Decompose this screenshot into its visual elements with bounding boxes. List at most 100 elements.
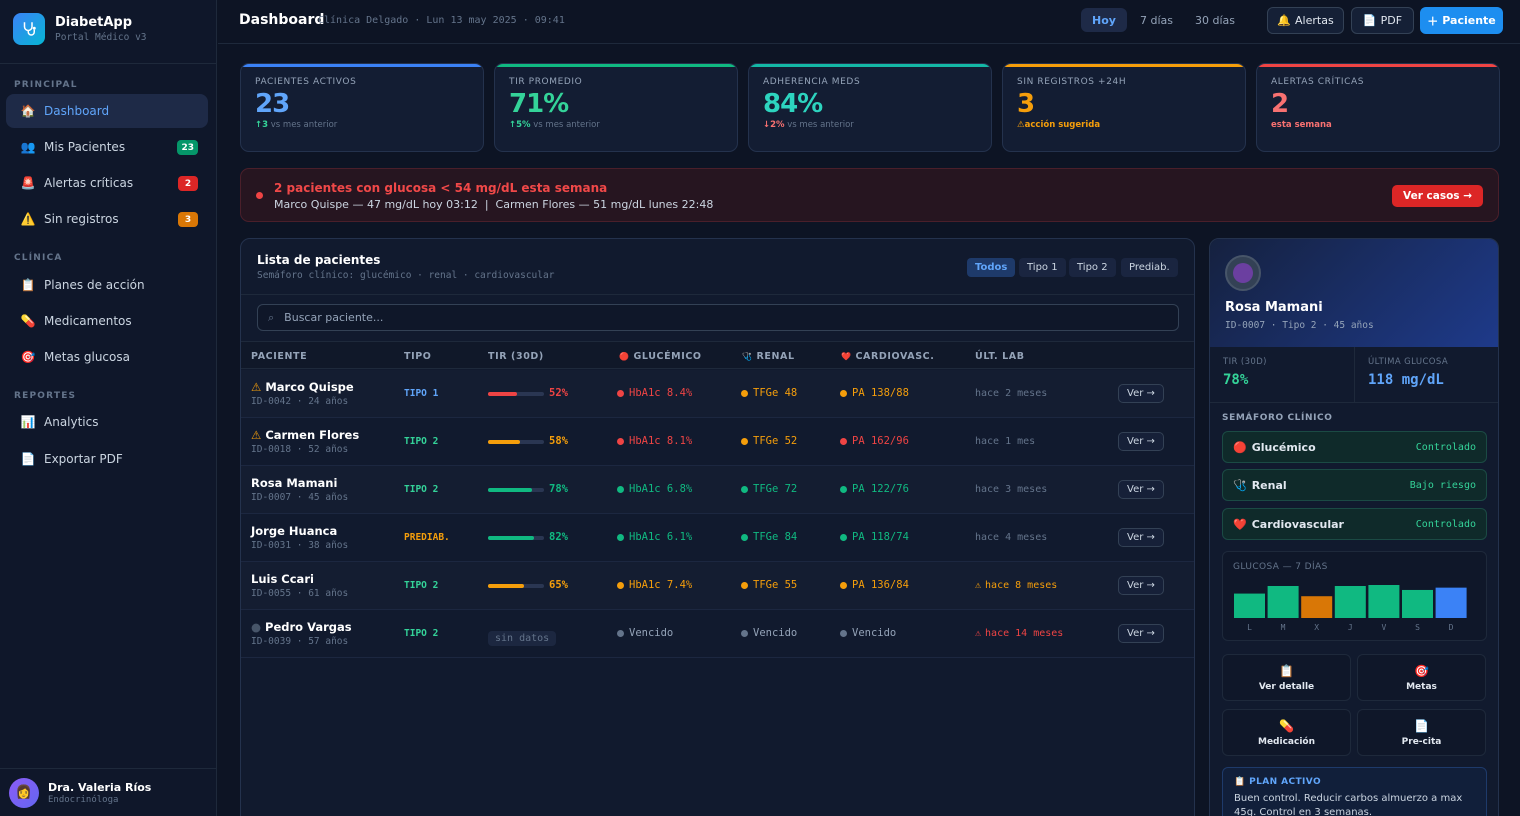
semaforo-cardiovascular[interactable]: ❤️ Cardiovascular Controlado: [1222, 508, 1487, 540]
last-glucose-value: 118 mg/dL: [1368, 372, 1444, 388]
last-lab-text: hace 2 meses: [975, 388, 1048, 399]
range-30-days[interactable]: 30 días: [1184, 8, 1246, 32]
search-input[interactable]: [284, 311, 1135, 324]
renal-status-value: TFGe 52: [753, 435, 798, 447]
view-patient-button[interactable]: Ver →: [1118, 480, 1164, 499]
add-patient-button[interactable]: ＋ Paciente: [1420, 7, 1503, 34]
sidebar-item-analytics[interactable]: 📊 Analytics: [6, 405, 208, 439]
panel-title: Lista de pacientes: [257, 253, 381, 267]
day-tick-label: X: [1314, 623, 1319, 632]
filter-prediabetes[interactable]: Prediab.: [1121, 258, 1178, 277]
semaforo-renal[interactable]: 🩺 Renal Bajo riesgo: [1222, 469, 1487, 501]
patient-type: TIPO 2: [404, 484, 439, 495]
sidebar-item-medications[interactable]: 💊 Medicamentos: [6, 304, 208, 338]
clipboard-icon: 📋: [1279, 663, 1294, 678]
status-dot-icon: [741, 485, 748, 493]
tir-value: 82%: [549, 531, 568, 543]
sidebar-item-export-pdf[interactable]: 📄 Exportar PDF: [6, 442, 208, 476]
patient-name-text: Pedro Vargas: [265, 620, 352, 634]
document-icon: 📄: [1414, 718, 1429, 733]
view-patient-button[interactable]: Ver →: [1118, 432, 1164, 451]
pre-appointment-button[interactable]: 📄 Pre-cita: [1357, 709, 1486, 756]
glycemic-status: HbA1c 8.1%: [617, 435, 692, 447]
brand[interactable]: DiabetApp Portal Médico v3: [13, 13, 147, 45]
sidebar-item-label: Exportar PDF: [44, 452, 123, 466]
kpi-tir-average[interactable]: TIR PROMEDIO 71% ↑5% vs mes anterior: [494, 63, 738, 152]
filter-type-2[interactable]: Tipo 2: [1069, 258, 1116, 277]
tir-bar: [488, 584, 544, 588]
range-today[interactable]: Hoy: [1081, 8, 1127, 32]
search-box[interactable]: ⌕: [257, 304, 1179, 331]
user-profile[interactable]: 👩 Dra. Valeria Ríos Endocrinóloga: [0, 768, 216, 816]
goals-button[interactable]: 🎯 Metas: [1357, 654, 1486, 701]
patient-name[interactable]: ⚠ Carmen Flores: [251, 428, 359, 442]
kpi-critical-alerts[interactable]: ALERTAS CRÍTICAS 2 esta semana: [1256, 63, 1500, 152]
table-row[interactable]: Luis Ccari ID-0055 · 61 años TIPO 2 65% HbA1…: [241, 562, 1194, 610]
action-label: Medicación: [1257, 736, 1315, 747]
kpi-delta: ↑3 vs mes anterior: [255, 120, 469, 130]
table-row[interactable]: ⚠ Carmen Flores ID-0018 · 52 años TIPO 2 58%…: [241, 418, 1194, 466]
stethoscope-icon: [13, 13, 45, 45]
app-name: DiabetApp: [55, 15, 133, 30]
heart-icon: ❤️: [1233, 517, 1247, 531]
filter-type-1[interactable]: Tipo 1: [1019, 258, 1066, 277]
table-row[interactable]: Jorge Huanca ID-0031 · 38 años PREDIAB. 82%…: [241, 514, 1194, 562]
view-detail-button[interactable]: 📋 Ver detalle: [1222, 654, 1351, 701]
detail-header: Rosa Mamani ID-0007 · Tipo 2 · 45 años: [1210, 239, 1498, 347]
glycemic-status: HbA1c 8.4%: [617, 387, 692, 399]
glycemic-status-value: HbA1c 8.4%: [629, 387, 693, 399]
patient-id: ID-0007 · 45 años: [251, 492, 349, 503]
sidebar-item-action-plans[interactable]: 📋 Planes de acción: [6, 268, 208, 302]
sidebar-item-critical-alerts[interactable]: 🚨 Alertas críticas 2: [6, 166, 208, 200]
renal-status: TFGe 52: [741, 435, 797, 447]
section-reportes: REPORTES: [14, 391, 77, 401]
col-tir: TIR (30D): [488, 351, 544, 362]
kpi-value: 23: [255, 89, 290, 119]
range-7-days[interactable]: 7 días: [1129, 8, 1184, 32]
sidebar-item-glucose-goals[interactable]: 🎯 Metas glucosa: [6, 340, 208, 374]
patient-name[interactable]: ⚠ Marco Quispe: [251, 380, 354, 394]
view-patient-button[interactable]: Ver →: [1118, 576, 1164, 595]
filter-all[interactable]: Todos: [967, 258, 1016, 277]
glucose-chart: GLUCOSA — 7 DÍAS LMXJVSD: [1222, 551, 1487, 641]
renal-status-value: TFGe 55: [753, 579, 798, 591]
glycemic-status-value: Vencido: [629, 627, 674, 639]
heart-icon: ❤️: [841, 352, 852, 361]
kpi-no-records[interactable]: SIN REGISTROS +24H 3 ⚠acción sugerida: [1002, 63, 1246, 152]
tir-bar: [488, 488, 544, 492]
tir-value: 52%: [549, 387, 568, 399]
patient-name[interactable]: ● Pedro Vargas: [251, 620, 352, 634]
sidebar-item-dashboard[interactable]: 🏠 Dashboard: [6, 94, 208, 128]
glucose-bars: LMXJVSD: [1234, 585, 1467, 632]
kpi-delta-suffix: vs mes anterior: [270, 120, 338, 130]
view-patient-button[interactable]: Ver →: [1118, 528, 1164, 547]
alerts-button[interactable]: 🔔 Alertas: [1267, 7, 1344, 34]
action-label: Pre-cita: [1401, 736, 1442, 747]
patient-name[interactable]: Rosa Mamani: [251, 476, 348, 490]
kpi-value: 84%: [763, 89, 823, 119]
view-patient-button[interactable]: Ver →: [1118, 624, 1164, 643]
kpi-delta: ↑5% vs mes anterior: [509, 120, 723, 130]
table-row[interactable]: ● Pedro Vargas ID-0039 · 57 años TIPO 2 sin …: [241, 610, 1194, 658]
pdf-button[interactable]: 📄 PDF: [1351, 7, 1414, 34]
patient-name[interactable]: Luis Ccari: [251, 572, 348, 586]
semaforo-glycemic[interactable]: 🔴 Glucémico Controlado: [1222, 431, 1487, 463]
patient-name[interactable]: Jorge Huanca: [251, 524, 348, 538]
count-badge: 2: [178, 176, 198, 191]
patient-name-text: Marco Quispe: [265, 380, 354, 394]
col-last-lab: ÚLT. LAB: [975, 351, 1025, 362]
sidebar-item-label: Medicamentos: [44, 314, 132, 328]
sidebar-item-patients[interactable]: 👥 Mis Pacientes 23: [6, 130, 208, 164]
renal-status: TFGe 48: [741, 387, 797, 399]
table-row[interactable]: Rosa Mamani ID-0007 · 45 años TIPO 2 78% HbA…: [241, 466, 1194, 514]
user-name: Dra. Valeria Ríos: [48, 780, 152, 794]
kpi-accent-bar: [495, 64, 737, 67]
kpi-med-adherence[interactable]: ADHERENCIA MEDS 84% ↓2% vs mes anterior: [748, 63, 992, 152]
cardio-status: PA 138/88: [840, 387, 909, 399]
view-cases-button[interactable]: Ver casos →: [1392, 185, 1483, 207]
sidebar-item-no-records[interactable]: ⚠️ Sin registros 3: [6, 202, 208, 236]
kpi-active-patients[interactable]: PACIENTES ACTIVOS 23 ↑3 vs mes anterior: [240, 63, 484, 152]
view-patient-button[interactable]: Ver →: [1118, 384, 1164, 403]
medication-button[interactable]: 💊 Medicación: [1222, 709, 1351, 756]
table-row[interactable]: ⚠ Marco Quispe ID-0042 · 24 años TIPO 1 52% H…: [241, 370, 1194, 418]
